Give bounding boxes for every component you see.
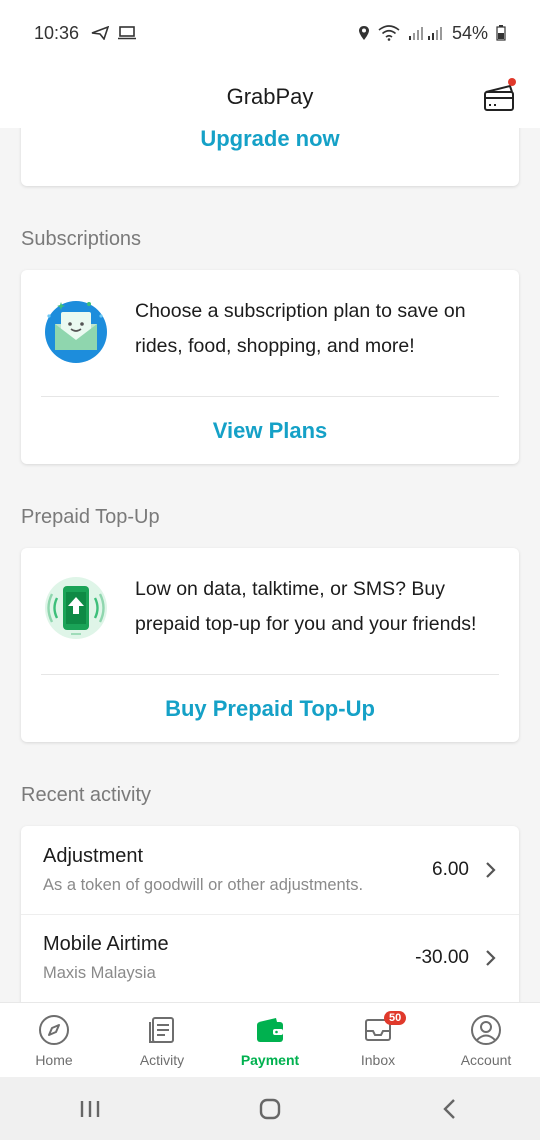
back-button[interactable] — [430, 1089, 470, 1129]
wifi-icon — [378, 25, 400, 41]
upgrade-now-link[interactable]: Upgrade now — [21, 128, 519, 152]
activity-item[interactable]: Mobile Airtime Maxis Malaysia -30.00 — [21, 914, 519, 1002]
subscriptions-card: Choose a subscription plan to save on ri… — [21, 270, 519, 464]
send-icon — [91, 26, 110, 40]
activity-subtitle: As a token of goodwill or other adjustme… — [43, 876, 364, 894]
prepaid-description: Low on data, talktime, or SMS? Buy prepa… — [135, 578, 477, 635]
laptop-icon — [118, 26, 137, 40]
card-wallet-button[interactable] — [482, 78, 518, 114]
recent-activity-section-title: Recent activity — [21, 784, 152, 806]
nav-activity-label: Activity — [139, 1052, 185, 1068]
recent-apps-button[interactable] — [70, 1089, 110, 1129]
nav-home[interactable]: Home — [0, 1003, 108, 1077]
chevron-right-icon — [486, 950, 496, 966]
prepaid-section-title: Prepaid Top-Up — [21, 506, 160, 528]
location-icon — [358, 26, 369, 40]
upgrade-card: Upgrade now — [21, 128, 519, 186]
activity-amount: -30.00 — [415, 947, 469, 968]
phone-topup-icon — [45, 577, 107, 639]
document-icon — [149, 1017, 174, 1043]
signal-icon — [408, 27, 442, 40]
notification-dot — [508, 78, 516, 86]
subscriptions-description: Choose a subscription plan to save on ri… — [135, 300, 466, 357]
activity-subtitle: Maxis Malaysia — [43, 964, 156, 982]
buy-prepaid-topup-button[interactable]: Buy Prepaid Top-Up — [21, 696, 519, 722]
recent-apps-icon — [80, 1100, 100, 1117]
status-time: 10:36 — [34, 22, 80, 43]
wallet-icon — [257, 1018, 283, 1042]
nav-payment[interactable]: Payment — [216, 1003, 324, 1077]
payment-content[interactable]: Upgrade now Subscriptions Choose a subsc… — [0, 128, 540, 1002]
chevron-right-icon — [486, 862, 496, 878]
home-circle-icon — [259, 1098, 281, 1119]
subscription-envelope-icon — [45, 301, 107, 363]
nav-payment-label: Payment — [240, 1052, 300, 1068]
nav-account[interactable]: Account — [432, 1003, 540, 1077]
back-chevron-icon — [443, 1098, 455, 1119]
nav-account-label: Account — [460, 1052, 512, 1068]
nav-inbox[interactable]: 50 Inbox — [324, 1003, 432, 1077]
inbox-badge: 50 — [384, 1011, 407, 1025]
prepaid-card: Low on data, talktime, or SMS? Buy prepa… — [21, 548, 519, 742]
user-icon — [471, 1015, 501, 1045]
status-bar: 10:36 54% — [0, 0, 540, 66]
page-title: GrabPay — [226, 84, 314, 109]
recent-activity-list: Adjustment As a token of goodwill or oth… — [21, 826, 519, 1002]
nav-home-label: Home — [35, 1052, 73, 1068]
nav-activity[interactable]: Activity — [108, 1003, 216, 1077]
activity-title: Adjustment — [43, 845, 144, 867]
system-nav-bar — [0, 1077, 540, 1140]
nav-inbox-label: Inbox — [360, 1052, 396, 1068]
view-plans-button[interactable]: View Plans — [21, 418, 519, 444]
compass-icon — [39, 1015, 69, 1045]
battery-percent: 54% — [451, 22, 488, 43]
activity-item[interactable]: Adjustment As a token of goodwill or oth… — [21, 826, 519, 914]
activity-title: Mobile Airtime — [43, 933, 169, 955]
bottom-nav: Home Activity Payment 50 Inbox Account — [0, 1002, 540, 1077]
subscriptions-section-title: Subscriptions — [21, 228, 142, 250]
activity-amount: 6.00 — [432, 859, 469, 880]
app-header: GrabPay — [0, 66, 540, 128]
home-button[interactable] — [250, 1089, 290, 1129]
battery-icon — [496, 25, 506, 41]
